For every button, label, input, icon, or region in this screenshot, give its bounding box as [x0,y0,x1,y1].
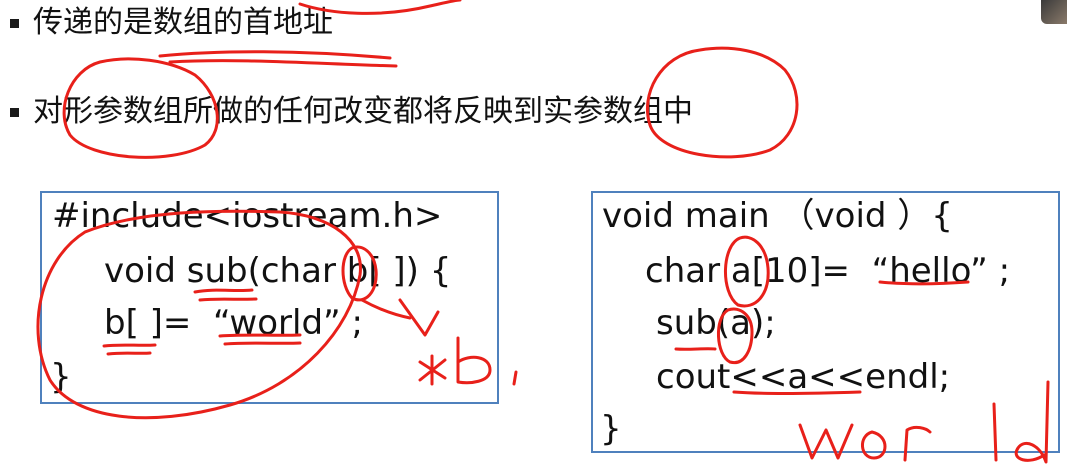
code-line: b[ ]= “world” ; [104,303,363,343]
bullet-text-2: 对形参数组所做的任何改变都将反映到实参数组中 [33,94,693,129]
code-line: #include<iostream.h> [52,196,443,236]
bullet-point-1: 传递的是数组的首地址 [0,8,333,38]
bullet-square-icon [10,107,19,117]
code-line: } [50,357,72,397]
code-line: sub(a); [656,303,776,343]
code-line: cout<<a<<endl; [656,357,951,397]
bullet-square-icon [10,18,19,28]
code-line: } [600,409,622,449]
presenter-thumbnail [1041,0,1067,24]
code-line: char a[10]= “hello” ; [645,251,1011,291]
bullet-text-1: 传递的是数组的首地址 [33,5,333,40]
code-line: void main （void ）{ [602,196,953,236]
annotation-stroke [158,50,392,60]
bullet-point-2: 对形参数组所做的任何改变都将反映到实参数组中 [0,97,693,127]
annotation-stroke [168,59,398,68]
code-line: void sub(char b[ ]) { [104,251,452,291]
annotation-mark [512,370,518,386]
